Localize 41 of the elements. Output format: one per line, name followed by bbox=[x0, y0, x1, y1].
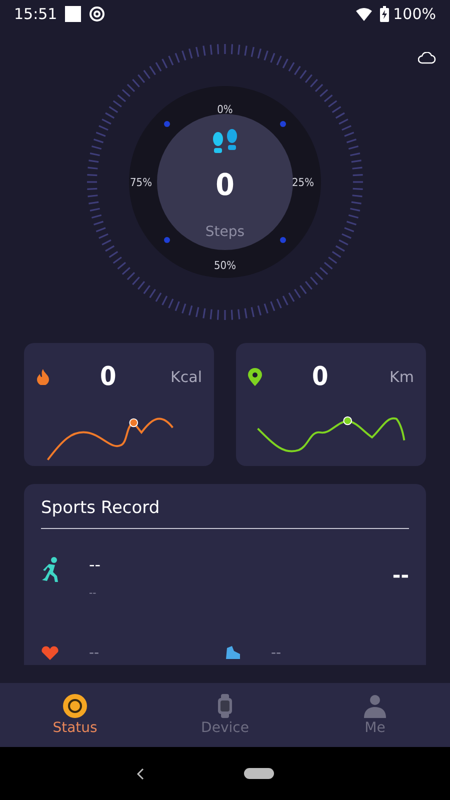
percent-label: 25% bbox=[292, 176, 314, 188]
marker-dot bbox=[280, 120, 286, 126]
marker-dot bbox=[280, 236, 286, 242]
tab[interactable]: Status bbox=[0, 683, 150, 747]
back-icon[interactable] bbox=[136, 768, 144, 780]
marker-dot bbox=[164, 236, 170, 242]
battery-icon bbox=[380, 6, 390, 22]
battery-percentage: 100% bbox=[393, 5, 436, 23]
clock: 15:51 bbox=[14, 5, 58, 23]
cloud-sync-icon[interactable] bbox=[418, 52, 436, 64]
running-person-icon bbox=[41, 557, 61, 583]
record-title: -- bbox=[89, 555, 101, 574]
percent-label: 75% bbox=[130, 176, 152, 188]
marker-dot bbox=[164, 120, 170, 126]
stat-value: 0 bbox=[100, 362, 116, 392]
map-pin-icon bbox=[248, 368, 262, 386]
home-button[interactable] bbox=[244, 768, 274, 779]
watch-icon bbox=[217, 694, 233, 718]
tab[interactable]: Me bbox=[300, 683, 450, 747]
person-icon bbox=[363, 694, 387, 718]
wifi-icon bbox=[356, 8, 372, 20]
stat-value: 0 bbox=[312, 362, 328, 392]
stat-unit: Km bbox=[390, 368, 414, 386]
heart-icon bbox=[41, 646, 59, 660]
record-item-value: -- bbox=[271, 645, 282, 661]
flame-icon bbox=[36, 369, 50, 386]
step-count: 0 bbox=[216, 168, 234, 202]
stat-unit: Kcal bbox=[170, 368, 202, 386]
notification-square-icon bbox=[65, 6, 82, 22]
percent-label: 0% bbox=[217, 102, 233, 116]
shoe-icon bbox=[225, 646, 241, 660]
card-title: Sports Record bbox=[41, 484, 409, 529]
percent-label: 50% bbox=[214, 258, 236, 272]
ring-icon bbox=[63, 694, 87, 718]
record-item-value: -- bbox=[89, 645, 100, 661]
record-subtitle: -- bbox=[89, 588, 98, 599]
tab[interactable]: Device bbox=[150, 683, 300, 747]
steps-unit: Steps bbox=[205, 224, 245, 240]
footprints-icon bbox=[213, 128, 237, 152]
record-value: -- bbox=[392, 563, 409, 587]
sync-circle-icon bbox=[89, 6, 106, 22]
